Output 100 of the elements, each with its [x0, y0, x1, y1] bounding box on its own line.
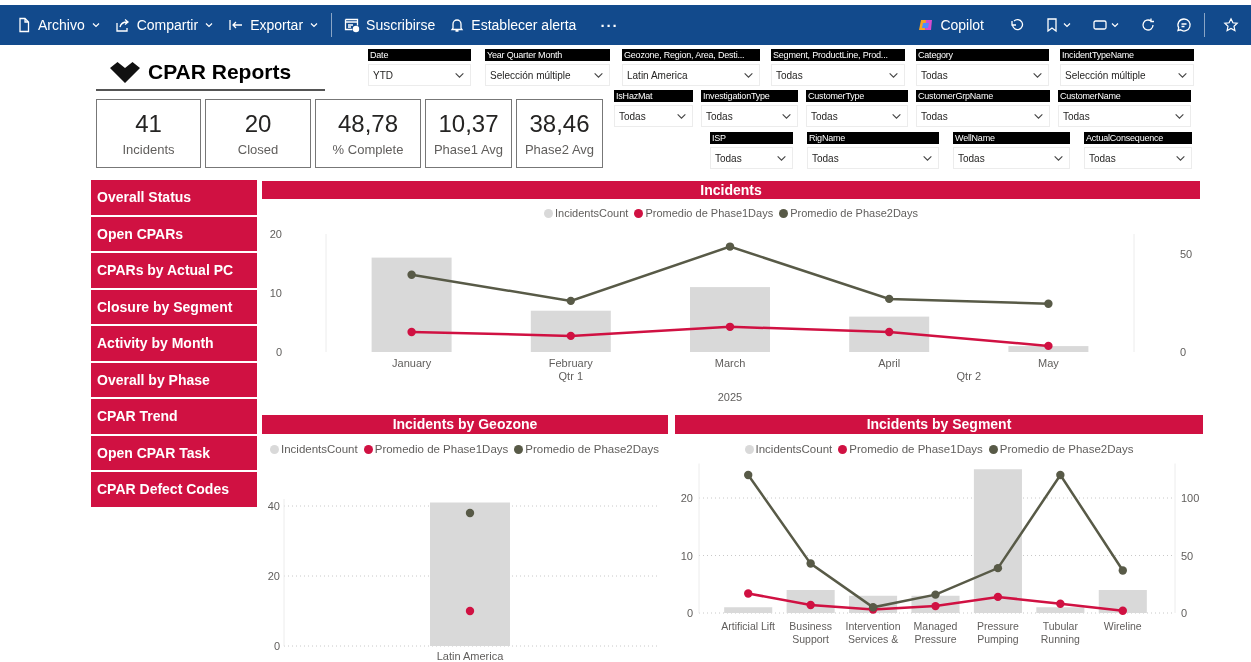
data-point — [885, 294, 894, 304]
slicer-title: Geozone, Region, Area, Desti... — [622, 49, 760, 61]
nav-button[interactable]: CPARs by Actual PC — [91, 253, 257, 288]
kpi-value: 41 — [135, 110, 162, 138]
nav-button[interactable]: CPAR Trend — [91, 399, 257, 434]
report-title: CPAR Reports — [148, 60, 292, 84]
kpi-value: 38,46 — [529, 110, 590, 138]
kpi-label: Phase1 Avg — [433, 142, 504, 157]
data-point — [407, 327, 416, 337]
copilot-icon — [918, 17, 935, 33]
axis-label: 0 — [275, 346, 282, 357]
slicer-dropdown[interactable]: YTD — [368, 64, 471, 86]
kpi-label: % Complete — [332, 142, 404, 157]
axis-label: March — [713, 357, 747, 370]
axis-label: April — [877, 357, 902, 370]
data-point — [465, 606, 475, 616]
refresh-icon — [1140, 17, 1156, 33]
slicer-title: ISP — [710, 132, 793, 144]
axis-label: 40 — [267, 500, 280, 512]
kpi-value: 48,78 — [337, 110, 399, 138]
axis-label: Business Support — [788, 619, 833, 646]
slicer-title: IncidentTypeName — [1060, 49, 1194, 61]
data-point — [1044, 341, 1053, 351]
legend-label: Promedio de Phase2Days — [999, 443, 1134, 455]
toolbar-button[interactable]: Suscribirse — [338, 13, 442, 37]
kpi-label: Incidents — [122, 142, 175, 157]
bar — [724, 607, 773, 613]
axis-label: 100 — [1181, 492, 1200, 504]
slicer-dropdown[interactable]: Selección múltiple — [485, 64, 610, 86]
axis-label: Qtr 1 — [558, 370, 583, 383]
chevron-down-icon — [309, 20, 320, 30]
legend-label: Promedio de Phase1Days — [645, 207, 774, 219]
data-point — [566, 331, 575, 341]
more-button[interactable]: ··· — [594, 12, 625, 38]
kpi-value: 10,37 — [438, 110, 499, 138]
slicer-dropdown[interactable]: Todas — [807, 147, 939, 169]
axis-label: 0 — [1181, 607, 1188, 617]
toolbar-button[interactable]: Compartir — [108, 13, 221, 37]
axis-label: February — [547, 357, 594, 370]
axis-label: 0 — [686, 607, 693, 617]
legend-label: IncidentsCount — [555, 207, 629, 219]
chart-title: Incidents — [262, 181, 1200, 199]
toolbar-button[interactable]: Archivo — [10, 13, 107, 37]
data-point — [407, 270, 416, 279]
slicer-dropdown[interactable]: Todas — [614, 105, 693, 127]
chevron-down-icon — [204, 20, 215, 30]
nav-button[interactable]: CPAR Defect Codes — [91, 472, 257, 507]
data-point — [744, 589, 753, 598]
copilot-button[interactable]: Copilot — [912, 13, 990, 37]
data-point — [744, 470, 753, 480]
data-point — [1056, 470, 1065, 480]
slicer-title: Category — [916, 49, 1049, 61]
axis-label: 0 — [1180, 346, 1187, 357]
slicer-title: CustomerGrpName — [916, 90, 1050, 102]
data-point — [931, 601, 940, 611]
nav-button[interactable]: Open CPAR Task — [91, 435, 257, 470]
data-point — [806, 600, 815, 610]
slicer-dropdown[interactable]: Todas — [710, 147, 793, 169]
data-point — [566, 296, 575, 306]
data-point — [806, 559, 815, 568]
slicer-dropdown[interactable]: Todas — [701, 105, 798, 127]
rectangle-icon — [1092, 17, 1108, 33]
axis-label: Artificial Lift — [720, 619, 777, 634]
bell-icon — [449, 17, 466, 33]
slicer-title: ActualConsequence — [1084, 132, 1192, 144]
axis-label: 20 — [269, 228, 282, 240]
axis-label: Latin America — [435, 650, 505, 662]
subscribe-icon — [344, 17, 361, 33]
axis-label: 20 — [267, 570, 280, 582]
nav-button[interactable]: Overall by Phase — [91, 362, 257, 397]
slicer-dropdown[interactable]: Todas — [953, 147, 1070, 169]
nav-button[interactable]: Overall Status — [91, 180, 257, 215]
chart-title: Incidents by Segment — [675, 415, 1203, 434]
slicer-dropdown[interactable]: Todas — [1084, 147, 1192, 169]
data-point — [1044, 299, 1053, 308]
data-point — [885, 327, 894, 337]
slicer-title: CustomerType — [806, 90, 908, 102]
export-icon — [228, 17, 245, 33]
axis-label: January — [391, 357, 433, 370]
chevron-down-icon — [1110, 20, 1120, 30]
axis-label: 10 — [680, 549, 693, 562]
slicer-title: Year Quarter Month — [485, 49, 610, 61]
slicer-dropdown[interactable]: Todas — [916, 64, 1049, 86]
slicer-dropdown[interactable]: Todas — [771, 64, 905, 86]
nav-button[interactable]: Activity by Month — [91, 326, 257, 361]
slicer-title: IsHazMat — [614, 90, 693, 102]
axis-label: 20 — [680, 492, 693, 504]
toolbar-button[interactable]: Establecer alerta — [443, 13, 583, 37]
nav-button[interactable]: Closure by Segment — [91, 289, 257, 324]
axis-label: Pressure Pumping — [975, 619, 1020, 646]
toolbar-button[interactable]: Exportar — [222, 13, 326, 37]
slicer-dropdown[interactable]: Latin America — [622, 64, 760, 86]
slicer-dropdown[interactable]: Todas — [806, 105, 908, 127]
slicer-title: Segment, ProductLine, Prod... — [771, 49, 905, 61]
slicer-dropdown[interactable]: Selección múltiple — [1060, 64, 1194, 86]
slicer-dropdown[interactable]: Todas — [916, 105, 1050, 127]
nav-button[interactable]: Open CPARs — [91, 216, 257, 251]
data-point — [993, 592, 1003, 602]
comment-icon — [1176, 17, 1192, 33]
slicer-dropdown[interactable]: Todas — [1058, 105, 1191, 127]
